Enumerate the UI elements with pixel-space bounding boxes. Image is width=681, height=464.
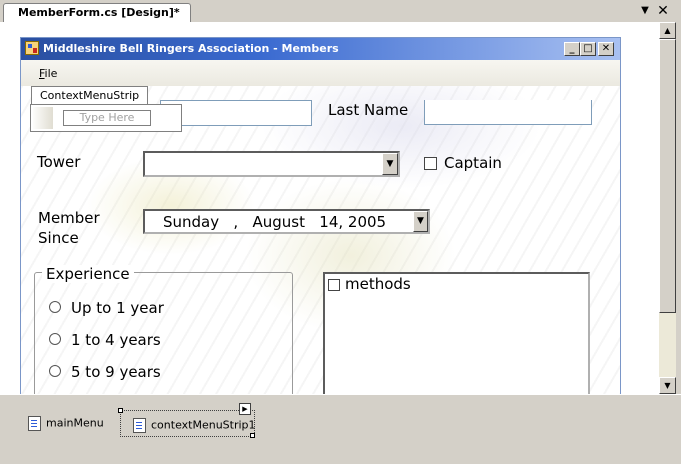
selection-grip [250,433,255,438]
tray-item-contextmenustrip1[interactable]: contextMenuStrip1 [133,418,256,433]
smart-tag-icon[interactable]: ▶ [239,403,251,415]
context-menu-icon [133,418,146,433]
member-since-line1: Member [38,209,100,227]
member-since-line2: Since [38,229,79,247]
context-menu-strip-panel: Type Here [30,104,182,132]
tower-label: Tower [37,153,81,171]
member-since-datepicker[interactable]: Sunday , August 14, 2005 ▼ [143,209,430,234]
form-menubar: File [21,60,620,86]
first-name-textbox[interactable] [160,100,312,126]
menu-file[interactable]: File [39,67,57,80]
tray-item-mainmenu[interactable]: mainMenu [28,416,104,431]
methods-checkedlistbox[interactable] [323,272,590,412]
chevron-down-icon[interactable]: ▼ [382,153,398,175]
type-here-input[interactable]: Type Here [63,110,151,126]
member-since-label: Member Since [38,208,100,248]
menu-image-margin [33,107,53,129]
form-titlebar[interactable]: Middleshire Bell Ringers Association - M… [21,38,620,60]
close-button[interactable]: ✕ [598,42,614,56]
methods-checkbox[interactable] [328,279,340,291]
document-tabstrip: MemberForm.cs [Design]* ▼ ✕ [0,0,681,23]
minimize-button[interactable]: _ [564,42,580,56]
captain-label: Captain [444,154,502,172]
radio-1-to-4-years[interactable] [49,333,61,345]
tab-list-dropdown-icon[interactable]: ▼ [638,4,652,18]
tray-item-label: contextMenuStrip1 [151,418,256,432]
scroll-up-icon[interactable]: ▲ [659,22,676,39]
captain-checkbox[interactable] [424,157,437,170]
scroll-thumb[interactable] [659,39,676,313]
radio-5-to-9-years[interactable] [49,365,61,377]
maximize-button[interactable]: □ [580,42,596,56]
right-gutter [676,22,681,394]
experience-title: Experience [42,265,134,283]
member-since-date-value: Sunday , August 14, 2005 [163,213,387,231]
tower-combobox[interactable]: ▼ [143,151,400,177]
tray-item-label: mainMenu [46,416,104,430]
scroll-down-icon[interactable]: ▼ [659,377,676,394]
form-app-icon [25,41,39,55]
methods-label: methods [345,275,411,293]
calendar-dropdown-icon[interactable]: ▼ [413,211,428,232]
selection-grip [118,408,123,413]
radio-label: 5 to 9 years [71,363,161,381]
radio-up-to-1-year[interactable] [49,301,61,313]
tab-memberform-design[interactable]: MemberForm.cs [Design]* [3,3,191,22]
last-name-label: Last Name [328,101,409,119]
main-menu-icon [28,416,41,431]
radio-label: 1 to 4 years [71,331,161,349]
vertical-scrollbar[interactable]: ▲ ▼ [659,22,676,394]
context-menu-strip-tab[interactable]: ContextMenuStrip [31,86,149,105]
form-title: Middleshire Bell Ringers Association - M… [43,42,339,55]
close-document-icon[interactable]: ✕ [655,3,671,19]
last-name-textbox[interactable] [424,100,592,125]
radio-label: Up to 1 year [71,299,164,317]
